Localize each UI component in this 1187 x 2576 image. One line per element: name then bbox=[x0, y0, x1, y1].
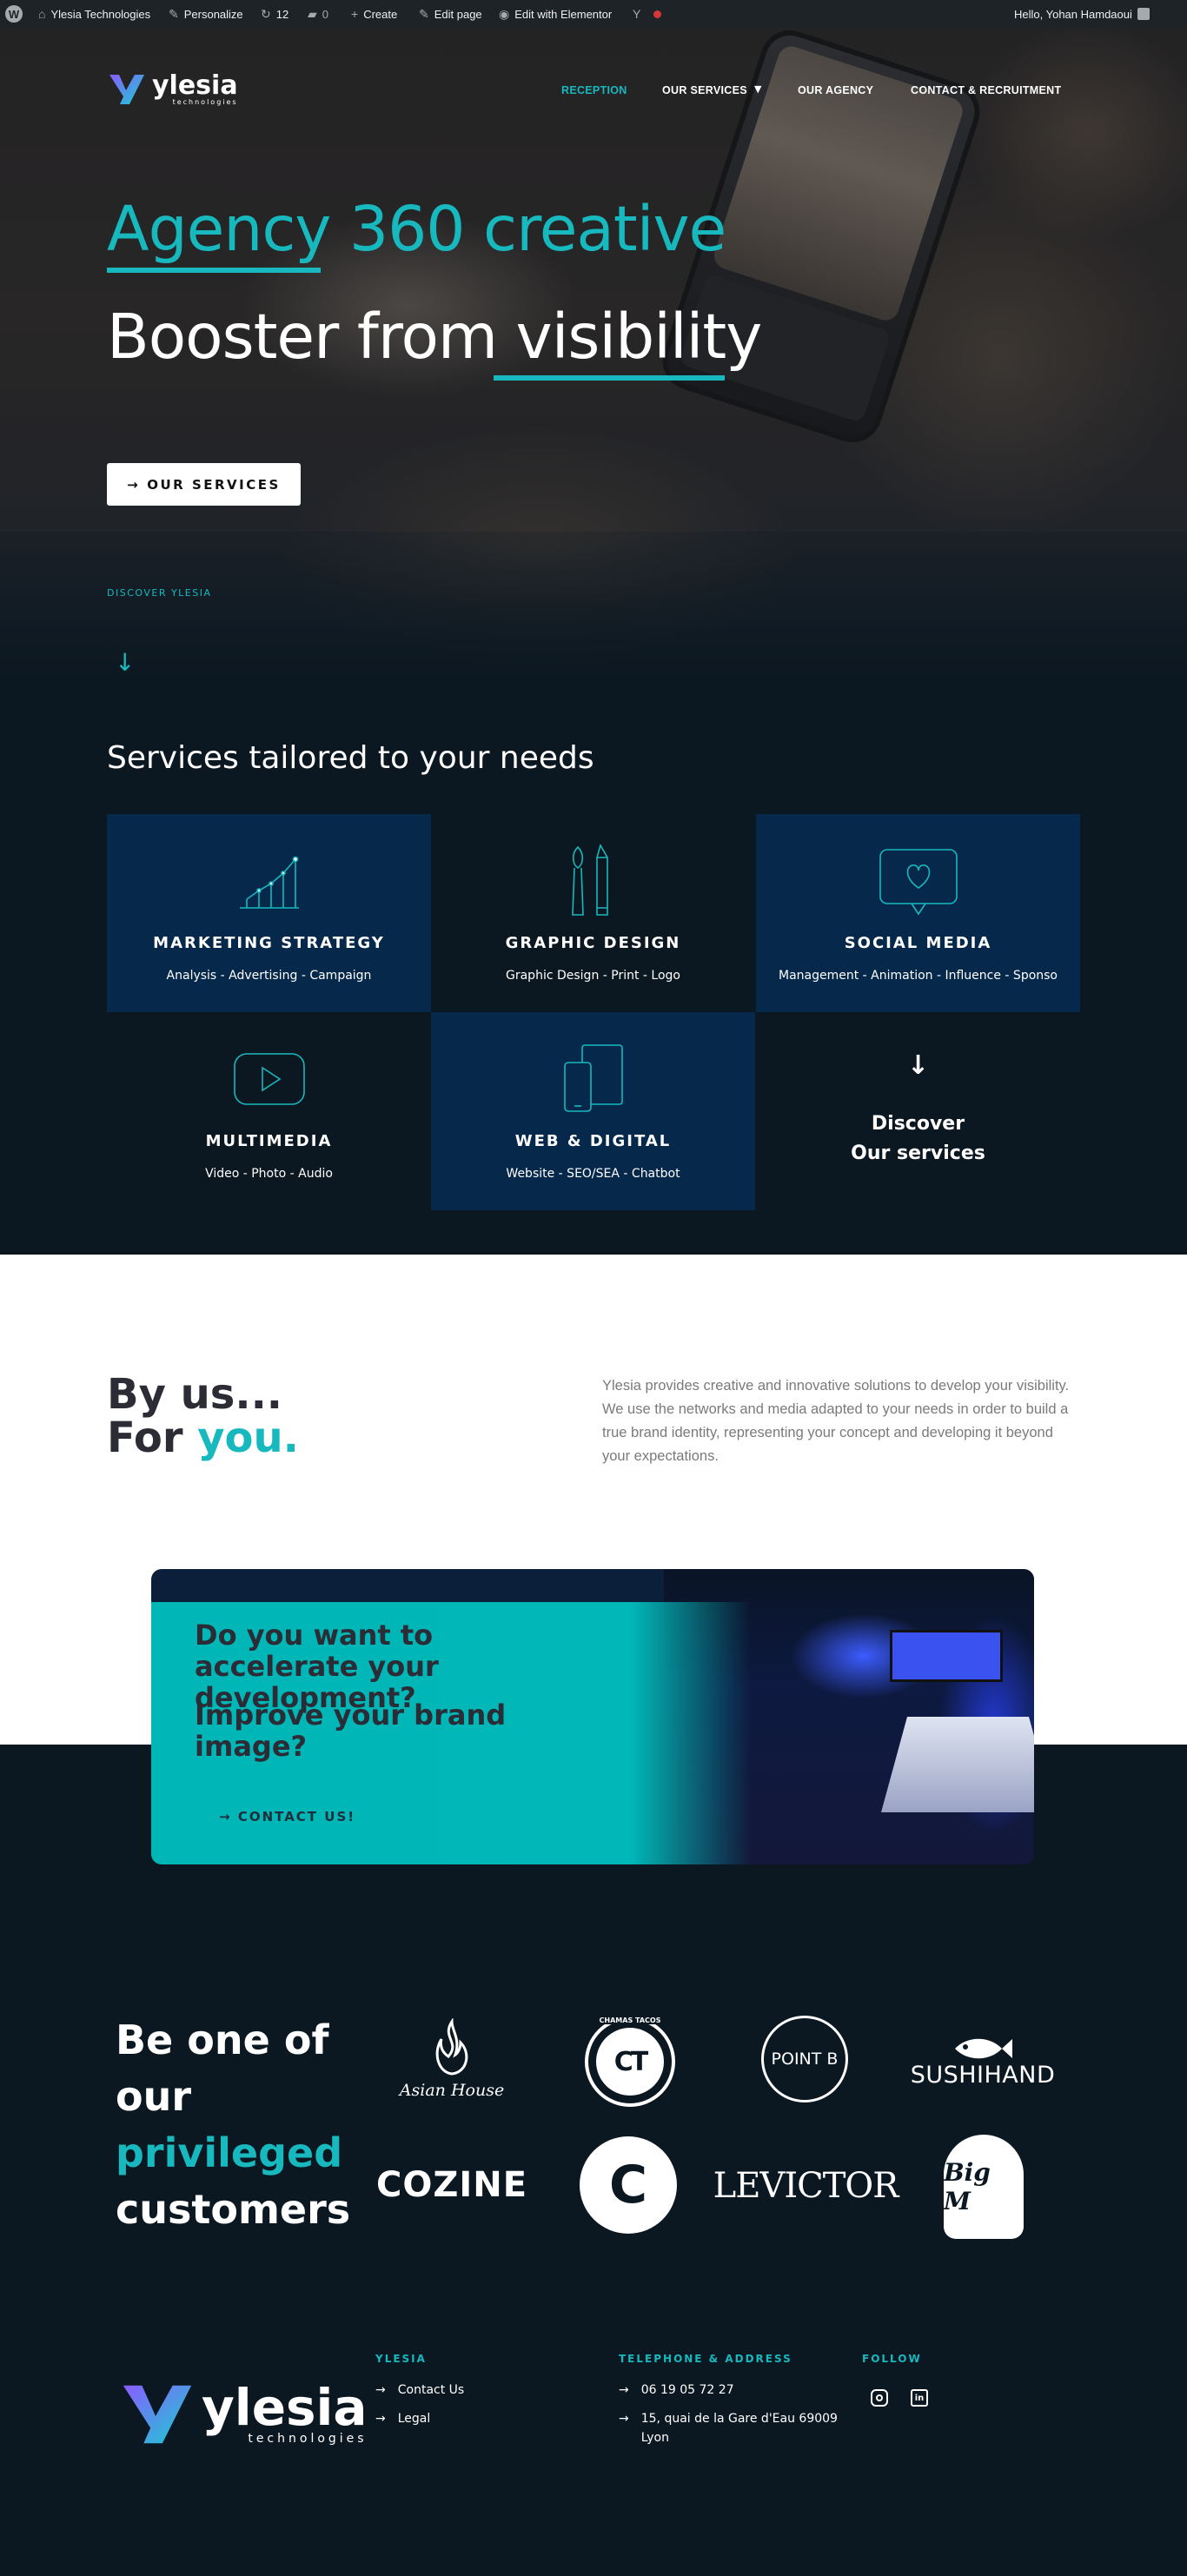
hero-heading-line1: Agency 360 creative bbox=[107, 193, 726, 265]
heading-underline bbox=[494, 375, 725, 381]
intro-paragraph: Ylesia provides creative and innovative … bbox=[602, 1378, 1070, 1464]
instagram-icon[interactable] bbox=[871, 2389, 888, 2407]
admin-updates-link[interactable]: ↻ 12 bbox=[261, 0, 288, 28]
brand-logo-c-circle: C bbox=[579, 2136, 678, 2235]
admin-comments-link[interactable]: ▰ 0 bbox=[308, 0, 328, 28]
footer-col-contact-title: TELEPHONE & ADDRESS bbox=[619, 2353, 792, 2365]
intro-heading: By us... For you. bbox=[107, 1370, 299, 1462]
nav-reception[interactable]: RECEPTION bbox=[561, 84, 627, 96]
brand-logo-big-m: Big M bbox=[940, 2132, 1027, 2242]
arrow-right-icon: → bbox=[127, 476, 141, 493]
heading-underline bbox=[107, 268, 321, 273]
footer-link-legal[interactable]: → Legal bbox=[375, 2409, 430, 2428]
linkedin-icon[interactable]: in bbox=[911, 2389, 928, 2407]
nav-our-services[interactable]: OUR SERVICES bbox=[662, 84, 747, 96]
brush-icon: ✎ bbox=[169, 6, 179, 21]
our-services-button[interactable]: → OUR SERVICES bbox=[107, 463, 301, 506]
service-card-social-media[interactable]: SOCIAL MEDIA Management - Animation - In… bbox=[756, 814, 1080, 1012]
ylesia-logo-icon bbox=[109, 75, 144, 104]
dashboard-icon: ⌂ bbox=[38, 7, 46, 21]
plus-icon: + bbox=[351, 7, 359, 21]
arrow-down-icon: ↓ bbox=[906, 1050, 930, 1081]
arrow-right-icon: → bbox=[219, 1809, 232, 1824]
service-card-graphic-design[interactable]: GRAPHIC DESIGN Graphic Design - Print - … bbox=[431, 814, 755, 1012]
pencil-icon: ✎ bbox=[419, 6, 429, 21]
footer-col-follow-title: FOLLOW bbox=[862, 2353, 922, 2365]
arrow-right-icon: → bbox=[619, 2412, 629, 2426]
elementor-icon: ◉ bbox=[499, 6, 510, 21]
discover-services-link[interactable]: ↓ Discover Our services bbox=[756, 1012, 1080, 1210]
brush-pencil-icon bbox=[571, 843, 608, 916]
brand-logo-chamas-tacos: CT CHAMAS TACOS bbox=[582, 2014, 678, 2109]
customers-heading: Be one of our privileged customers bbox=[116, 2016, 351, 2233]
flame-icon bbox=[435, 2018, 468, 2076]
comment-icon: ▰ bbox=[308, 6, 317, 21]
brand-logo-asian-house: Asian House bbox=[375, 2007, 528, 2111]
service-card-web-digital[interactable]: WEB & DIGITAL Website - SEO/SEA - Chatbo… bbox=[431, 1012, 755, 1210]
heart-chat-icon bbox=[879, 849, 958, 916]
cta-banner: Do you want to accelerate your developme… bbox=[151, 1569, 1034, 1864]
brand-logo-cozine: COZINE bbox=[375, 2165, 528, 2205]
contact-us-button[interactable]: → CONTACT US! bbox=[219, 1809, 355, 1824]
cta-heading-2: Improve your brand image? bbox=[195, 1699, 507, 1763]
footer-phone[interactable]: → 06 19 05 72 27 bbox=[619, 2381, 734, 2400]
admin-customize-link[interactable]: ✎ Personalize bbox=[169, 0, 243, 28]
brand-logo-sushihand: SUSHIHAND bbox=[900, 2024, 1065, 2099]
footer-logo[interactable]: ylesia technologies bbox=[118, 2375, 368, 2453]
fish-icon bbox=[955, 2038, 1012, 2058]
admin-bar: W ⌂ Ylesia Technologies ✎ Personalize ↻ 12 … bbox=[0, 0, 1187, 28]
footer-col-ylesia-title: YLESIA bbox=[375, 2353, 427, 2365]
arrow-right-icon: → bbox=[619, 2383, 629, 2397]
yoast-icon: Y bbox=[633, 7, 641, 21]
avatar-icon bbox=[1137, 8, 1150, 20]
admin-edit-page-link[interactable]: ✎ Edit page bbox=[419, 0, 482, 28]
nav-contact-recruitment[interactable]: CONTACT & RECRUITMENT bbox=[911, 84, 1061, 96]
services-title: Services tailored to your needs bbox=[107, 740, 594, 776]
site-logo[interactable]: ylesia technologies bbox=[107, 70, 238, 109]
hero-heading-line2: Booster from visibility bbox=[107, 301, 762, 373]
service-card-marketing[interactable]: MARKETING STRATEGY Analysis - Advertisin… bbox=[107, 814, 431, 1012]
arrow-down-icon[interactable]: ↓ bbox=[115, 648, 135, 677]
arrow-right-icon: → bbox=[375, 2383, 386, 2397]
footer-address[interactable]: → 15, quai de la Gare d'Eau 69009 Lyon bbox=[619, 2409, 838, 2447]
ylesia-logo-icon bbox=[123, 2385, 192, 2444]
arrow-right-icon: → bbox=[375, 2412, 386, 2426]
discover-kicker: DISCOVER YLESIA bbox=[107, 587, 212, 599]
wordpress-logo-icon[interactable]: W bbox=[5, 0, 23, 28]
brand-logo-levictor: LEVICTOR bbox=[713, 2166, 899, 2206]
brand-logo-point-b: POINT B bbox=[759, 2014, 850, 2104]
logo-name: ylesia bbox=[152, 70, 238, 101]
service-card-multimedia[interactable]: MULTIMEDIA Video - Photo - Audio bbox=[107, 1012, 431, 1210]
admin-account-link[interactable]: Hello, Yohan Hamdaoui bbox=[1014, 0, 1150, 28]
admin-elementor-link[interactable]: ◉ Edit with Elementor bbox=[499, 0, 612, 28]
admin-site-link[interactable]: ⌂ Ylesia Technologies bbox=[38, 0, 150, 28]
chart-growth-icon bbox=[239, 856, 299, 909]
footer-link-contact[interactable]: → Contact Us bbox=[375, 2381, 464, 2400]
play-video-icon bbox=[233, 1053, 305, 1105]
admin-create-link[interactable]: + Create bbox=[351, 0, 397, 28]
chevron-down-icon[interactable]: ▼ bbox=[754, 83, 761, 95]
admin-yoast-link[interactable]: Y bbox=[633, 0, 640, 28]
status-dot-icon bbox=[653, 0, 661, 28]
devices-icon bbox=[563, 1044, 623, 1112]
nav-our-agency[interactable]: OUR AGENCY bbox=[798, 84, 873, 96]
refresh-icon: ↻ bbox=[261, 6, 271, 21]
